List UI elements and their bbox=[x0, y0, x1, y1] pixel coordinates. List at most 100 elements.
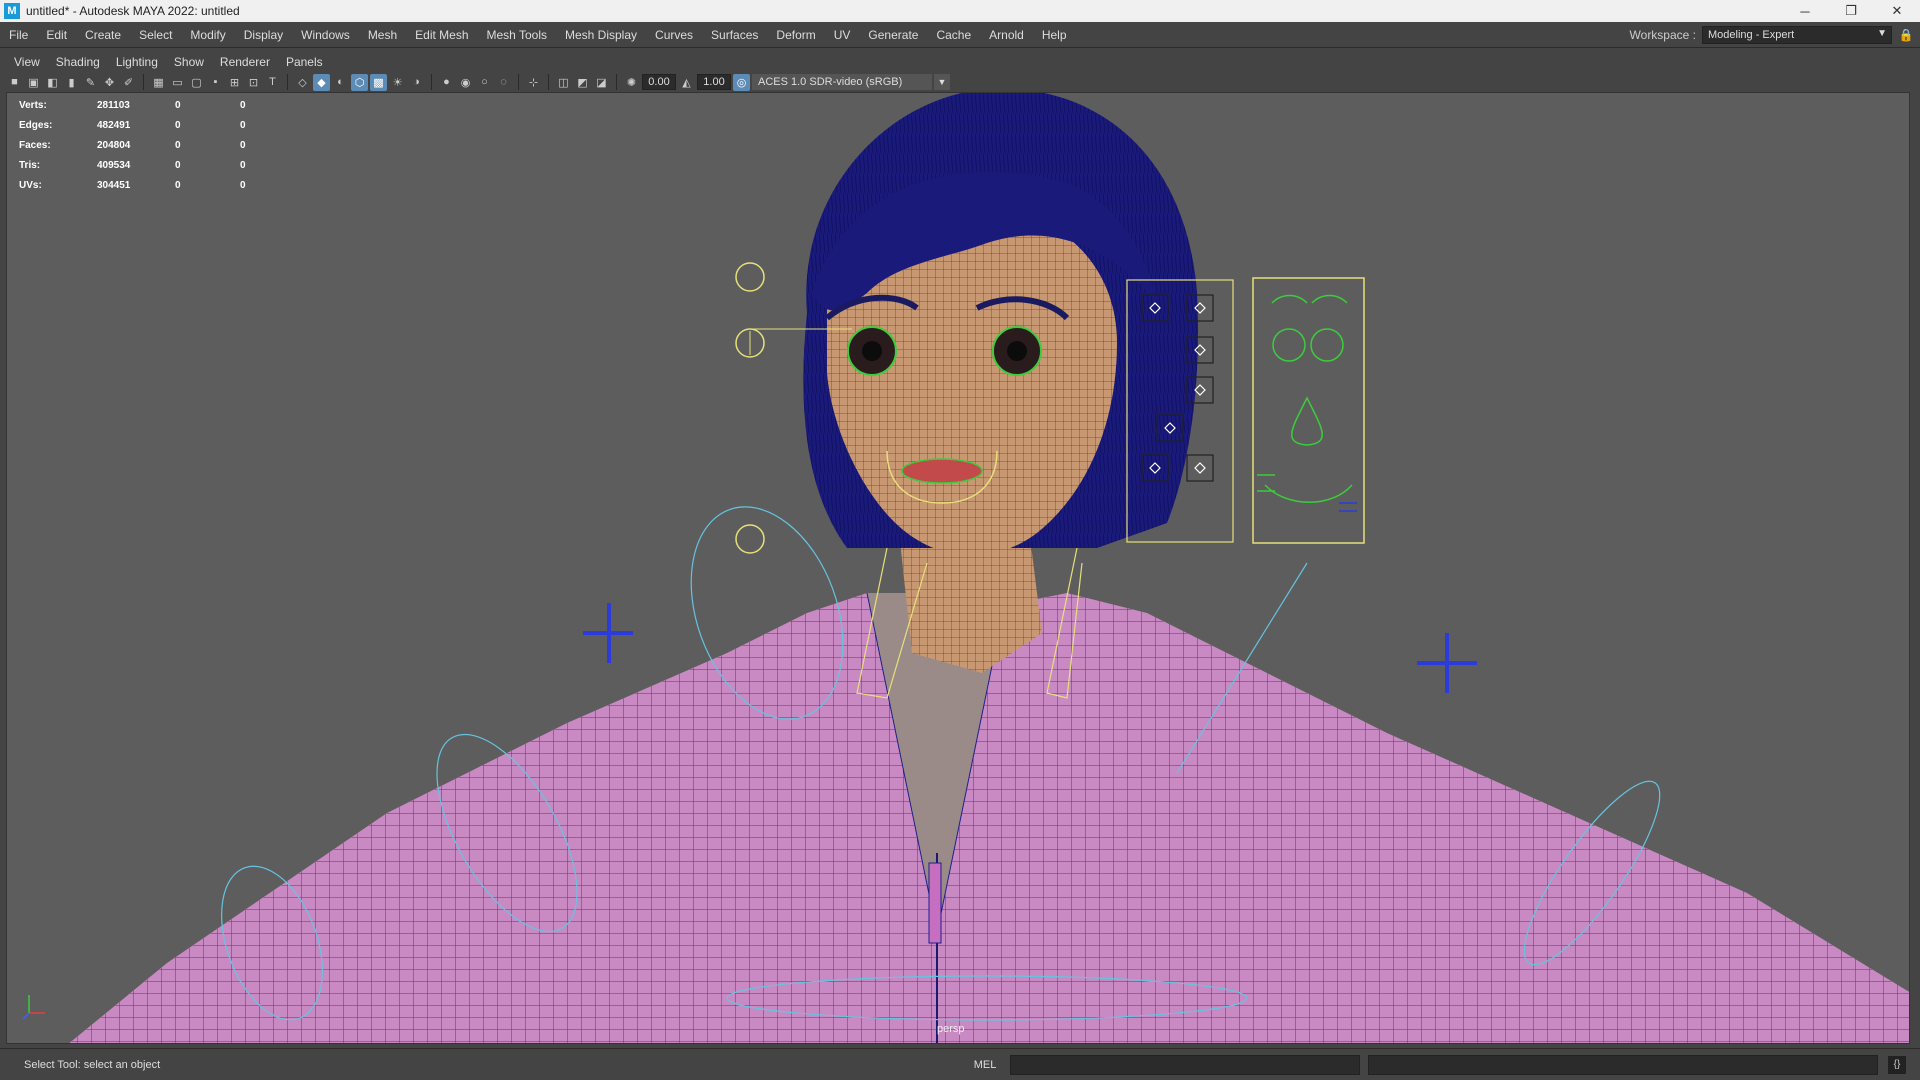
panel-menu-panels[interactable]: Panels bbox=[278, 55, 331, 69]
safe-action-icon[interactable]: ⊡ bbox=[245, 74, 262, 91]
close-button[interactable]: ✕ bbox=[1874, 0, 1920, 22]
exposure-icon[interactable]: ✺ bbox=[623, 74, 640, 91]
menu-display[interactable]: Display bbox=[235, 28, 292, 42]
shadows-icon[interactable]: ◑ bbox=[408, 74, 425, 91]
hud-selected: 0 bbox=[175, 179, 181, 191]
workspace-select[interactable]: Modeling - Expert ▼ bbox=[1702, 25, 1892, 44]
poly-count-hud: Verts: 281103 0 0 Edges: 482491 0 0 Face… bbox=[19, 95, 305, 195]
wireframe-on-shaded-icon[interactable]: ⬡ bbox=[351, 73, 368, 91]
toolbar-separator bbox=[143, 74, 144, 90]
hud-label: Tris: bbox=[19, 159, 41, 171]
help-line: Select Tool: select an object MEL {} bbox=[0, 1048, 1920, 1080]
menu-curves[interactable]: Curves bbox=[646, 28, 702, 42]
panel-menu-lighting[interactable]: Lighting bbox=[108, 55, 166, 69]
use-all-lights-icon[interactable]: ☀ bbox=[389, 74, 406, 91]
xray-active-components-icon[interactable]: ◩ bbox=[574, 74, 591, 91]
grease-pencil-icon[interactable]: ✎ bbox=[82, 74, 99, 91]
menu-generate[interactable]: Generate bbox=[859, 28, 927, 42]
command-line-input[interactable] bbox=[1010, 1054, 1360, 1075]
title-bar: M untitled* - Autodesk MAYA 2022: untitl… bbox=[0, 0, 1920, 22]
lock-icon[interactable]: 🔒 bbox=[1896, 28, 1916, 42]
screen-space-ao-icon[interactable]: ● bbox=[438, 74, 455, 91]
mel-label[interactable]: MEL bbox=[960, 1059, 1010, 1071]
restore-button[interactable]: ❐ bbox=[1828, 0, 1874, 22]
resolution-gate-icon[interactable]: ▢ bbox=[188, 74, 205, 91]
panel-menu-show[interactable]: Show bbox=[166, 55, 212, 69]
menu-cache[interactable]: Cache bbox=[927, 28, 980, 42]
xray-joints-icon[interactable]: ◪ bbox=[593, 74, 610, 91]
menu-edit[interactable]: Edit bbox=[37, 28, 76, 42]
menu-arnold[interactable]: Arnold bbox=[980, 28, 1033, 42]
menu-surfaces[interactable]: Surfaces bbox=[702, 28, 767, 42]
script-editor-icon[interactable]: {} bbox=[1888, 1055, 1906, 1074]
panel-menu-renderer[interactable]: Renderer bbox=[212, 55, 278, 69]
maya-logo-icon: M bbox=[4, 3, 20, 19]
select-camera-icon[interactable]: ■ bbox=[6, 74, 23, 91]
hud-selected-components: 0 bbox=[240, 139, 246, 151]
panel-menu-shading[interactable]: Shading bbox=[48, 55, 108, 69]
menu-deform[interactable]: Deform bbox=[767, 28, 824, 42]
2d-pan-zoom-icon[interactable]: ✥ bbox=[101, 74, 118, 91]
perspective-viewport[interactable]: Verts: 281103 0 0 Edges: 482491 0 0 Face… bbox=[6, 92, 1910, 1044]
toolbar-separator bbox=[287, 74, 288, 90]
isolate-select-icon[interactable]: ⊹ bbox=[525, 74, 542, 91]
hud-selected: 0 bbox=[175, 99, 181, 111]
hud-selected-components: 0 bbox=[240, 159, 246, 171]
hud-value: 281103 bbox=[97, 99, 130, 111]
anti-aliasing-icon[interactable]: ○ bbox=[476, 74, 493, 91]
motion-blur-icon[interactable]: ◉ bbox=[457, 74, 474, 91]
gate-mask-icon[interactable]: ▪ bbox=[207, 74, 224, 91]
hud-value: 409534 bbox=[97, 159, 131, 171]
camera-attributes-icon[interactable]: ▣ bbox=[25, 74, 42, 91]
safe-title-icon[interactable]: T bbox=[264, 74, 281, 91]
menu-file[interactable]: File bbox=[0, 28, 37, 42]
textured-icon[interactable]: ▩ bbox=[370, 73, 387, 91]
menu-select[interactable]: Select bbox=[130, 28, 181, 42]
view-transform-select[interactable]: ACES 1.0 SDR-video (sRGB) bbox=[752, 74, 932, 90]
menu-modify[interactable]: Modify bbox=[181, 28, 234, 42]
menu-mesh-tools[interactable]: Mesh Tools bbox=[478, 28, 556, 42]
gamma-icon[interactable]: ◭ bbox=[678, 74, 695, 91]
panel-menu-view[interactable]: View bbox=[6, 55, 48, 69]
chevron-down-icon[interactable]: ▼ bbox=[934, 74, 950, 90]
color-management-icon[interactable]: ◎ bbox=[733, 73, 750, 91]
hud-row: Tris: 409534 0 0 bbox=[19, 155, 305, 175]
hud-selected-components: 0 bbox=[240, 99, 246, 111]
menu-uv[interactable]: UV bbox=[825, 28, 860, 42]
bookmarks-icon[interactable]: ◧ bbox=[44, 74, 61, 91]
hud-row: Verts: 281103 0 0 bbox=[19, 95, 305, 115]
hud-selected: 0 bbox=[175, 119, 181, 131]
menu-windows[interactable]: Windows bbox=[292, 28, 359, 42]
menu-edit-mesh[interactable]: Edit Mesh bbox=[406, 28, 477, 42]
hud-value: 204804 bbox=[97, 139, 131, 151]
panel-menu-bar: View Shading Lighting Show Renderer Pane… bbox=[6, 52, 331, 72]
menu-mesh[interactable]: Mesh bbox=[359, 28, 406, 42]
film-gate-icon[interactable]: ▭ bbox=[169, 74, 186, 91]
minimize-button[interactable]: ─ bbox=[1782, 0, 1828, 22]
exposure-field[interactable]: 0.00 bbox=[642, 74, 676, 90]
smooth-shade-icon[interactable]: ◆ bbox=[313, 73, 330, 91]
hud-value: 482491 bbox=[97, 119, 131, 131]
annotate-icon[interactable]: ✐ bbox=[120, 74, 137, 91]
default-lighting-icon[interactable]: ◐ bbox=[332, 74, 349, 91]
poly-count-table: Verts: 281103 0 0 Edges: 482491 0 0 Face… bbox=[19, 95, 305, 195]
toolbar-separator bbox=[518, 74, 519, 90]
help-text: Select Tool: select an object bbox=[24, 1058, 161, 1071]
menu-create[interactable]: Create bbox=[76, 28, 130, 42]
scene-render bbox=[69, 93, 1909, 1043]
main-menu-bar: File Edit Create Select Modify Display W… bbox=[0, 22, 1920, 48]
hud-row: UVs: 304451 0 0 bbox=[19, 175, 305, 195]
hud-selected: 0 bbox=[175, 139, 181, 151]
gamma-field[interactable]: 1.00 bbox=[697, 74, 731, 90]
field-chart-icon[interactable]: ⊞ bbox=[226, 74, 243, 91]
depth-of-field-icon[interactable]: ◌ bbox=[495, 74, 512, 91]
hud-row: Faces: 204804 0 0 bbox=[19, 135, 305, 155]
grid-icon[interactable]: ▦ bbox=[150, 74, 167, 91]
menu-help[interactable]: Help bbox=[1033, 28, 1076, 42]
xray-icon[interactable]: ◫ bbox=[555, 74, 572, 91]
image-plane-icon[interactable]: ▮ bbox=[63, 74, 80, 91]
menu-mesh-display[interactable]: Mesh Display bbox=[556, 28, 646, 42]
hud-label: Faces: bbox=[19, 139, 51, 151]
hud-row: Edges: 482491 0 0 bbox=[19, 115, 305, 135]
wireframe-icon[interactable]: ◇ bbox=[294, 74, 311, 91]
